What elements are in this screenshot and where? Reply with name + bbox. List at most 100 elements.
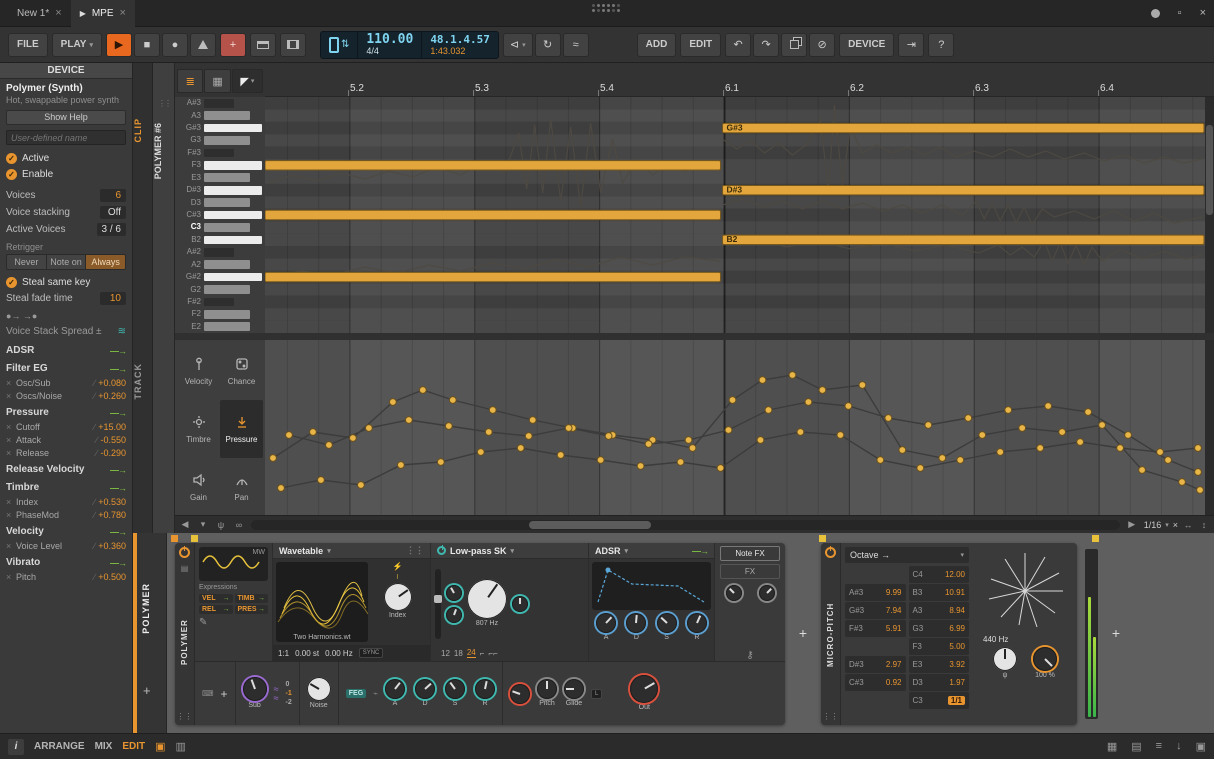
- stop-button[interactable]: ■: [134, 33, 160, 57]
- mod-amount-value[interactable]: +0.780: [98, 510, 126, 520]
- mod-amount-value[interactable]: +0.500: [98, 572, 126, 582]
- key-bar[interactable]: [204, 124, 262, 133]
- pressure-point[interactable]: [326, 442, 333, 449]
- scrollbar-thumb[interactable]: [1206, 125, 1213, 215]
- view-edit[interactable]: EDIT: [122, 741, 145, 752]
- knob-dial[interactable]: [415, 679, 435, 699]
- filter-slope-option[interactable]: 24: [467, 648, 476, 658]
- horizontal-scrollbar[interactable]: [251, 520, 1120, 530]
- enable-toggle[interactable]: ✓ Enable: [6, 166, 126, 182]
- pitch-knob[interactable]: Pitch: [537, 679, 557, 708]
- device-name-input[interactable]: [6, 130, 126, 145]
- add-device-button[interactable]: +: [793, 624, 813, 644]
- pressure-point[interactable]: [637, 463, 644, 470]
- browser-panel-icon[interactable]: ▣: [1196, 740, 1206, 753]
- piano-key-row[interactable]: A2: [175, 258, 265, 270]
- tuning-fork-icon[interactable]: ψ: [215, 520, 227, 530]
- insert-device-button[interactable]: ⇥: [898, 33, 924, 57]
- pressure-point[interactable]: [939, 455, 946, 462]
- layout-toggle-icon[interactable]: ▥: [176, 740, 186, 753]
- slot-mod-knob-2[interactable]: [759, 585, 775, 601]
- track-name[interactable]: POLYMER: [141, 583, 161, 634]
- root-pitch-knob[interactable]: ψ: [993, 647, 1017, 680]
- pressure-point[interactable]: [389, 399, 396, 406]
- pressure-point[interactable]: [318, 477, 325, 484]
- pressure-point[interactable]: [759, 377, 766, 384]
- expression-tag-pres[interactable]: PRES→: [235, 605, 269, 614]
- link-icon[interactable]: ∞: [233, 520, 245, 530]
- feg-r-knob[interactable]: R: [475, 679, 495, 708]
- pressure-point[interactable]: [797, 429, 804, 436]
- file-panel-icon[interactable]: ▤: [1131, 740, 1141, 753]
- mod-amount-value[interactable]: +0.260: [98, 391, 126, 401]
- piano-key-row[interactable]: B2: [175, 234, 265, 246]
- piano-key-row[interactable]: A#3: [175, 97, 265, 109]
- mod-amount-value[interactable]: +0.360: [98, 541, 126, 551]
- zoom-horizontal-icon[interactable]: ↔: [1182, 520, 1194, 530]
- piano-roll[interactable]: G#3D#3B2: [265, 97, 1205, 333]
- mod-target-row[interactable]: ×Index∕+0.530: [6, 495, 126, 508]
- scroll-right-icon[interactable]: ▶: [1126, 519, 1138, 530]
- note-routing-icons[interactable]: ●→ →●: [6, 311, 37, 321]
- add-device-button[interactable]: +: [1106, 624, 1126, 644]
- pressure-point[interactable]: [757, 437, 764, 444]
- mod-section-header[interactable]: ADSR—→: [6, 343, 126, 358]
- env-a-knob[interactable]: A: [596, 613, 616, 642]
- piano-key-row[interactable]: D#3: [175, 184, 265, 196]
- lane-header[interactable]: ⋮⋮ POLYMER #6: [153, 63, 175, 533]
- mod-source-icon[interactable]: —→: [110, 364, 126, 374]
- mod-target-row[interactable]: ×Release∕-0.290: [6, 446, 126, 459]
- note-editor-mode-button[interactable]: ≣: [177, 69, 203, 93]
- key-bar[interactable]: [204, 211, 262, 220]
- midi-note[interactable]: [265, 272, 721, 281]
- filter-power-icon[interactable]: [437, 546, 446, 555]
- drag-handle-icon[interactable]: ⋮⋮: [177, 712, 193, 721]
- pressure-point[interactable]: [529, 417, 536, 424]
- tuning-cell-a3[interactable]: A38.94: [909, 602, 970, 619]
- tuning-value[interactable]: 6.99: [949, 624, 965, 633]
- mod-section-header[interactable]: Pressure—→: [6, 405, 126, 420]
- tuning-value[interactable]: 12.00: [945, 570, 965, 579]
- mod-amount-value[interactable]: +15.00: [98, 422, 126, 432]
- key-bar[interactable]: [204, 236, 262, 245]
- key-bar[interactable]: [204, 285, 250, 294]
- display-profile-icon[interactable]: ▦: [1107, 740, 1117, 753]
- pressure-point[interactable]: [597, 457, 604, 464]
- retrigger-option[interactable]: Never: [7, 255, 47, 269]
- piano-key-row[interactable]: F2: [175, 308, 265, 320]
- pressure-point[interactable]: [350, 435, 357, 442]
- env-r-knob[interactable]: R: [687, 613, 707, 642]
- filter-slope-option[interactable]: 18: [454, 649, 463, 658]
- piano-key-row[interactable]: C3: [175, 221, 265, 233]
- feg-a-knob[interactable]: A: [385, 679, 405, 708]
- undo-button[interactable]: ↶: [725, 33, 751, 57]
- filter-type[interactable]: Low-pass SK: [450, 546, 507, 556]
- pressure-point[interactable]: [685, 437, 692, 444]
- key-bar[interactable]: [204, 186, 262, 195]
- remove-icon[interactable]: ×: [6, 378, 16, 388]
- pressure-point[interactable]: [1197, 487, 1204, 494]
- knob-dial[interactable]: [657, 613, 677, 633]
- play-button[interactable]: ▶: [106, 33, 132, 57]
- key-bar[interactable]: [204, 111, 250, 120]
- pressure-point[interactable]: [525, 433, 532, 440]
- filter-resonance-knob[interactable]: [446, 607, 462, 623]
- piano-key-row[interactable]: E2: [175, 321, 265, 333]
- piano-key-row[interactable]: C#3: [175, 209, 265, 221]
- tuning-value[interactable]: 0.92: [886, 678, 902, 687]
- mod-source-icon[interactable]: —→: [110, 408, 126, 418]
- download-icon[interactable]: ↓: [1176, 740, 1182, 753]
- tuning-value[interactable]: 1.97: [949, 678, 965, 687]
- midi-note[interactable]: [723, 235, 1204, 244]
- zoom-vertical-icon[interactable]: ↕: [1198, 520, 1210, 530]
- tab-clip[interactable]: CLIP: [133, 118, 153, 143]
- pressure-point[interactable]: [1179, 479, 1186, 486]
- pressure-point[interactable]: [1059, 429, 1066, 436]
- tempo-cell[interactable]: 110.00 4/4: [358, 32, 422, 58]
- play-menu-button[interactable]: PLAY ▾: [52, 33, 102, 57]
- expression-lane-pressure[interactable]: [265, 340, 1205, 515]
- expression-button-gain[interactable]: Gain: [177, 458, 220, 516]
- mod-source-icon[interactable]: —→: [692, 546, 708, 556]
- feg-s-knob[interactable]: S: [445, 679, 465, 708]
- pressure-point[interactable]: [689, 445, 696, 452]
